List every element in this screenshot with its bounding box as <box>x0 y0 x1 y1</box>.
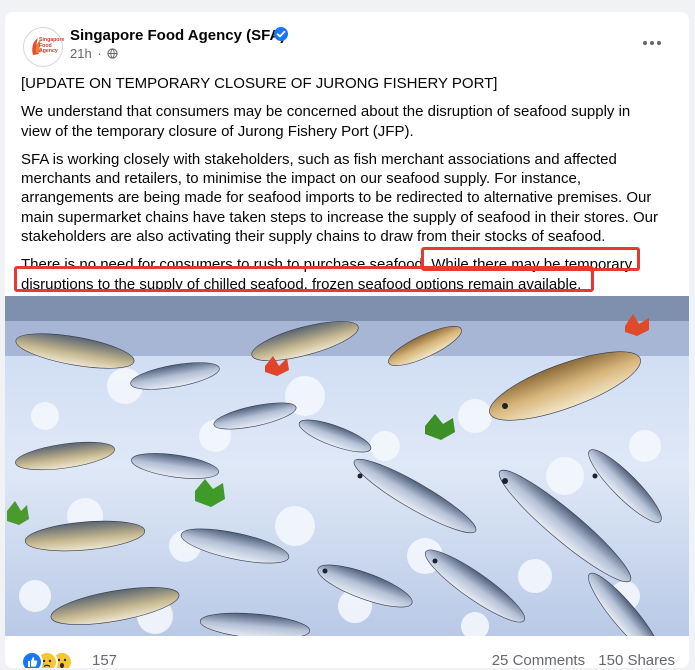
meta-separator: · <box>97 46 102 61</box>
post-meta: 21h · <box>70 46 118 61</box>
post-paragraph: We understand that consumers may be conc… <box>21 103 631 140</box>
page-name-link[interactable]: Singapore Food Agency (SFA) <box>70 27 285 44</box>
reaction-count: 157 <box>92 652 118 668</box>
seafood-display-image <box>5 296 689 636</box>
post-body: [UPDATE ON TEMPORARY CLOSURE OF JURONG F… <box>21 74 661 303</box>
more-options-icon[interactable] <box>643 40 663 48</box>
post-paragraph-title: [UPDATE ON TEMPORARY CLOSURE OF JURONG F… <box>21 75 498 92</box>
engagement-counts: 25 Comments 150 Shares <box>483 652 675 668</box>
post-paragraph: There is no need for consumers to rush t… <box>21 255 661 294</box>
post-paragraph: SFA is working closely with stakeholders… <box>21 150 659 246</box>
facebook-post-card: Singapore Food Agency Singapore Food Age… <box>5 12 689 668</box>
page-avatar[interactable]: Singapore Food Agency <box>23 27 65 67</box>
shares-count-link[interactable]: 150 Shares <box>598 652 675 668</box>
post-photo[interactable] <box>5 296 689 636</box>
globe-icon[interactable] <box>107 48 118 59</box>
like-reaction-icon <box>21 651 43 668</box>
post-timestamp-link[interactable]: 21h <box>70 46 92 61</box>
comments-count-link[interactable]: 25 Comments <box>492 652 585 668</box>
paragraph-text: There is no need for consumers to rush t… <box>21 256 428 274</box>
logo-text: Singapore Food Agency <box>39 37 65 54</box>
verified-badge-icon <box>274 27 288 41</box>
